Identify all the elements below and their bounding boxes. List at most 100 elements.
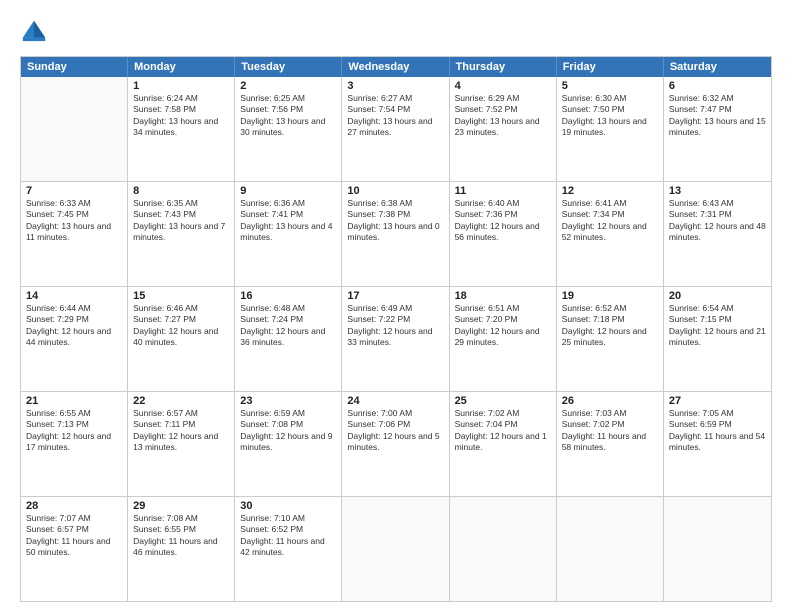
cell-info: Sunrise: 7:10 AMSunset: 6:52 PMDaylight:… bbox=[240, 513, 336, 559]
day-number: 7 bbox=[26, 185, 122, 197]
calendar-row-3: 14Sunrise: 6:44 AMSunset: 7:29 PMDayligh… bbox=[21, 286, 771, 391]
cell-info: Sunrise: 6:30 AMSunset: 7:50 PMDaylight:… bbox=[562, 93, 658, 139]
page: SundayMondayTuesdayWednesdayThursdayFrid… bbox=[0, 0, 792, 612]
calendar-cell: 18Sunrise: 6:51 AMSunset: 7:20 PMDayligh… bbox=[450, 287, 557, 391]
day-number: 14 bbox=[26, 290, 122, 302]
calendar-cell: 23Sunrise: 6:59 AMSunset: 7:08 PMDayligh… bbox=[235, 392, 342, 496]
calendar-cell: 16Sunrise: 6:48 AMSunset: 7:24 PMDayligh… bbox=[235, 287, 342, 391]
calendar-cell: 1Sunrise: 6:24 AMSunset: 7:58 PMDaylight… bbox=[128, 77, 235, 181]
day-number: 3 bbox=[347, 80, 443, 92]
logo-icon bbox=[20, 18, 48, 46]
cell-info: Sunrise: 6:27 AMSunset: 7:54 PMDaylight:… bbox=[347, 93, 443, 139]
calendar-row-2: 7Sunrise: 6:33 AMSunset: 7:45 PMDaylight… bbox=[21, 181, 771, 286]
calendar-cell bbox=[21, 77, 128, 181]
day-number: 23 bbox=[240, 395, 336, 407]
calendar-cell: 4Sunrise: 6:29 AMSunset: 7:52 PMDaylight… bbox=[450, 77, 557, 181]
day-number: 6 bbox=[669, 80, 766, 92]
day-number: 17 bbox=[347, 290, 443, 302]
cell-info: Sunrise: 7:00 AMSunset: 7:06 PMDaylight:… bbox=[347, 408, 443, 454]
day-number: 20 bbox=[669, 290, 766, 302]
day-number: 27 bbox=[669, 395, 766, 407]
day-number: 28 bbox=[26, 500, 122, 512]
calendar-cell: 21Sunrise: 6:55 AMSunset: 7:13 PMDayligh… bbox=[21, 392, 128, 496]
day-number: 11 bbox=[455, 185, 551, 197]
calendar-header: SundayMondayTuesdayWednesdayThursdayFrid… bbox=[21, 57, 771, 77]
header-day-saturday: Saturday bbox=[664, 57, 771, 77]
cell-info: Sunrise: 6:35 AMSunset: 7:43 PMDaylight:… bbox=[133, 198, 229, 244]
cell-info: Sunrise: 6:43 AMSunset: 7:31 PMDaylight:… bbox=[669, 198, 766, 244]
calendar-cell bbox=[664, 497, 771, 601]
cell-info: Sunrise: 6:40 AMSunset: 7:36 PMDaylight:… bbox=[455, 198, 551, 244]
day-number: 9 bbox=[240, 185, 336, 197]
day-number: 5 bbox=[562, 80, 658, 92]
cell-info: Sunrise: 6:25 AMSunset: 7:56 PMDaylight:… bbox=[240, 93, 336, 139]
calendar-cell: 20Sunrise: 6:54 AMSunset: 7:15 PMDayligh… bbox=[664, 287, 771, 391]
cell-info: Sunrise: 7:02 AMSunset: 7:04 PMDaylight:… bbox=[455, 408, 551, 454]
cell-info: Sunrise: 6:44 AMSunset: 7:29 PMDaylight:… bbox=[26, 303, 122, 349]
calendar-cell: 14Sunrise: 6:44 AMSunset: 7:29 PMDayligh… bbox=[21, 287, 128, 391]
calendar-cell: 2Sunrise: 6:25 AMSunset: 7:56 PMDaylight… bbox=[235, 77, 342, 181]
calendar-cell: 24Sunrise: 7:00 AMSunset: 7:06 PMDayligh… bbox=[342, 392, 449, 496]
header-day-monday: Monday bbox=[128, 57, 235, 77]
logo bbox=[20, 18, 52, 46]
calendar-row-4: 21Sunrise: 6:55 AMSunset: 7:13 PMDayligh… bbox=[21, 391, 771, 496]
calendar-cell: 13Sunrise: 6:43 AMSunset: 7:31 PMDayligh… bbox=[664, 182, 771, 286]
calendar-cell: 8Sunrise: 6:35 AMSunset: 7:43 PMDaylight… bbox=[128, 182, 235, 286]
calendar-cell bbox=[450, 497, 557, 601]
cell-info: Sunrise: 6:54 AMSunset: 7:15 PMDaylight:… bbox=[669, 303, 766, 349]
calendar-cell: 7Sunrise: 6:33 AMSunset: 7:45 PMDaylight… bbox=[21, 182, 128, 286]
calendar-row-1: 1Sunrise: 6:24 AMSunset: 7:58 PMDaylight… bbox=[21, 77, 771, 181]
cell-info: Sunrise: 6:29 AMSunset: 7:52 PMDaylight:… bbox=[455, 93, 551, 139]
day-number: 12 bbox=[562, 185, 658, 197]
cell-info: Sunrise: 7:08 AMSunset: 6:55 PMDaylight:… bbox=[133, 513, 229, 559]
calendar-cell: 10Sunrise: 6:38 AMSunset: 7:38 PMDayligh… bbox=[342, 182, 449, 286]
cell-info: Sunrise: 6:36 AMSunset: 7:41 PMDaylight:… bbox=[240, 198, 336, 244]
cell-info: Sunrise: 6:57 AMSunset: 7:11 PMDaylight:… bbox=[133, 408, 229, 454]
day-number: 2 bbox=[240, 80, 336, 92]
cell-info: Sunrise: 6:52 AMSunset: 7:18 PMDaylight:… bbox=[562, 303, 658, 349]
header-day-friday: Friday bbox=[557, 57, 664, 77]
calendar-cell: 9Sunrise: 6:36 AMSunset: 7:41 PMDaylight… bbox=[235, 182, 342, 286]
calendar-cell: 6Sunrise: 6:32 AMSunset: 7:47 PMDaylight… bbox=[664, 77, 771, 181]
cell-info: Sunrise: 6:32 AMSunset: 7:47 PMDaylight:… bbox=[669, 93, 766, 139]
header-day-sunday: Sunday bbox=[21, 57, 128, 77]
header-day-thursday: Thursday bbox=[450, 57, 557, 77]
day-number: 24 bbox=[347, 395, 443, 407]
cell-info: Sunrise: 6:48 AMSunset: 7:24 PMDaylight:… bbox=[240, 303, 336, 349]
day-number: 1 bbox=[133, 80, 229, 92]
calendar-cell: 22Sunrise: 6:57 AMSunset: 7:11 PMDayligh… bbox=[128, 392, 235, 496]
day-number: 13 bbox=[669, 185, 766, 197]
day-number: 25 bbox=[455, 395, 551, 407]
cell-info: Sunrise: 7:07 AMSunset: 6:57 PMDaylight:… bbox=[26, 513, 122, 559]
calendar-body: 1Sunrise: 6:24 AMSunset: 7:58 PMDaylight… bbox=[21, 77, 771, 601]
header-day-tuesday: Tuesday bbox=[235, 57, 342, 77]
cell-info: Sunrise: 7:03 AMSunset: 7:02 PMDaylight:… bbox=[562, 408, 658, 454]
cell-info: Sunrise: 6:41 AMSunset: 7:34 PMDaylight:… bbox=[562, 198, 658, 244]
day-number: 21 bbox=[26, 395, 122, 407]
calendar-cell: 17Sunrise: 6:49 AMSunset: 7:22 PMDayligh… bbox=[342, 287, 449, 391]
calendar-cell bbox=[342, 497, 449, 601]
day-number: 19 bbox=[562, 290, 658, 302]
calendar-cell: 27Sunrise: 7:05 AMSunset: 6:59 PMDayligh… bbox=[664, 392, 771, 496]
cell-info: Sunrise: 6:51 AMSunset: 7:20 PMDaylight:… bbox=[455, 303, 551, 349]
cell-info: Sunrise: 6:49 AMSunset: 7:22 PMDaylight:… bbox=[347, 303, 443, 349]
cell-info: Sunrise: 6:24 AMSunset: 7:58 PMDaylight:… bbox=[133, 93, 229, 139]
calendar-cell: 25Sunrise: 7:02 AMSunset: 7:04 PMDayligh… bbox=[450, 392, 557, 496]
cell-info: Sunrise: 6:55 AMSunset: 7:13 PMDaylight:… bbox=[26, 408, 122, 454]
cell-info: Sunrise: 6:59 AMSunset: 7:08 PMDaylight:… bbox=[240, 408, 336, 454]
day-number: 15 bbox=[133, 290, 229, 302]
calendar: SundayMondayTuesdayWednesdayThursdayFrid… bbox=[20, 56, 772, 602]
calendar-cell: 19Sunrise: 6:52 AMSunset: 7:18 PMDayligh… bbox=[557, 287, 664, 391]
calendar-cell: 29Sunrise: 7:08 AMSunset: 6:55 PMDayligh… bbox=[128, 497, 235, 601]
calendar-cell: 12Sunrise: 6:41 AMSunset: 7:34 PMDayligh… bbox=[557, 182, 664, 286]
day-number: 30 bbox=[240, 500, 336, 512]
calendar-row-5: 28Sunrise: 7:07 AMSunset: 6:57 PMDayligh… bbox=[21, 496, 771, 601]
calendar-cell: 15Sunrise: 6:46 AMSunset: 7:27 PMDayligh… bbox=[128, 287, 235, 391]
day-number: 29 bbox=[133, 500, 229, 512]
calendar-cell: 30Sunrise: 7:10 AMSunset: 6:52 PMDayligh… bbox=[235, 497, 342, 601]
cell-info: Sunrise: 6:33 AMSunset: 7:45 PMDaylight:… bbox=[26, 198, 122, 244]
calendar-cell: 28Sunrise: 7:07 AMSunset: 6:57 PMDayligh… bbox=[21, 497, 128, 601]
day-number: 18 bbox=[455, 290, 551, 302]
day-number: 4 bbox=[455, 80, 551, 92]
header-day-wednesday: Wednesday bbox=[342, 57, 449, 77]
